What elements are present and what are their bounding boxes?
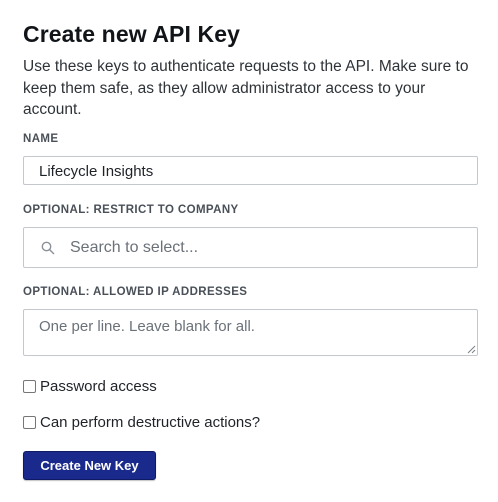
company-label: OPTIONAL: RESTRICT TO COMPANY [23, 204, 239, 216]
ip-label: OPTIONAL: ALLOWED IP ADDRESSES [23, 286, 248, 298]
company-search-input[interactable]: Search to select... [23, 227, 478, 268]
password-access-checkbox[interactable] [23, 379, 36, 393]
dialog-description: Use these keys to authenticate requests … [23, 58, 469, 118]
dialog-title: Create new API Key [23, 21, 240, 47]
search-icon [41, 241, 55, 255]
name-input[interactable]: Lifecycle Insights [23, 156, 478, 185]
ip-addresses-placeholder: One per line. Leave blank for all. [39, 318, 255, 335]
destructive-actions-option[interactable]: Can perform destructive actions? [23, 413, 260, 431]
destructive-actions-label[interactable]: Can perform destructive actions? [40, 414, 260, 431]
company-search-placeholder: Search to select... [70, 239, 199, 256]
destructive-actions-checkbox[interactable] [23, 415, 36, 429]
create-new-key-button[interactable]: Create New Key [23, 451, 156, 480]
create-api-key-dialog: Create new API Key Use these keys to aut… [0, 0, 498, 502]
ip-addresses-textarea[interactable]: One per line. Leave blank for all. [23, 309, 478, 356]
name-input-value: Lifecycle Insights [39, 163, 154, 180]
password-access-label[interactable]: Password access [40, 378, 157, 395]
password-access-option[interactable]: Password access [23, 377, 157, 395]
name-label: NAME [23, 133, 59, 145]
resize-handle-icon[interactable] [466, 344, 476, 354]
